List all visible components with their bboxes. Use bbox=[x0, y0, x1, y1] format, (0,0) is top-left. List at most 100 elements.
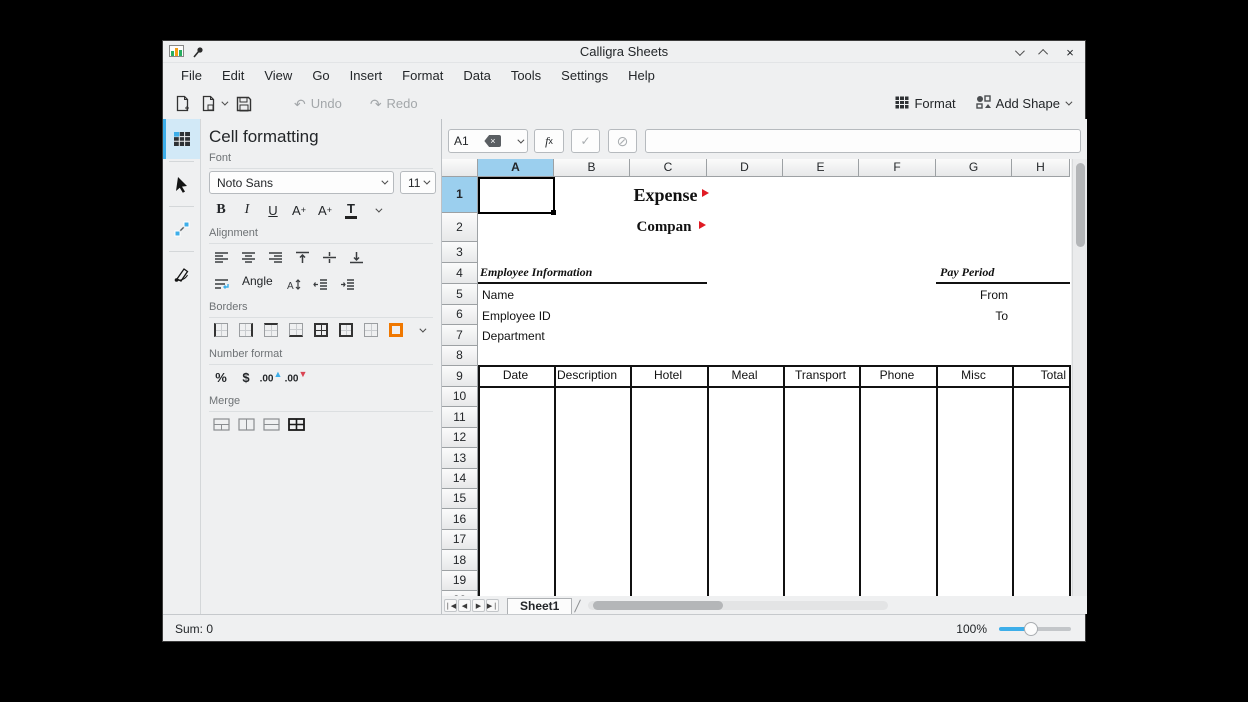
row-header-9[interactable]: 9 bbox=[442, 366, 478, 387]
row-header-11[interactable]: 11 bbox=[442, 407, 478, 428]
column-header-c[interactable]: C bbox=[630, 159, 707, 177]
last-sheet-button[interactable]: ▶❘ bbox=[486, 599, 499, 612]
menu-help[interactable]: Help bbox=[618, 65, 665, 86]
tool-cell-format-tool[interactable] bbox=[163, 119, 200, 159]
row-header-16[interactable]: 16 bbox=[442, 509, 478, 530]
align-right-icon[interactable] bbox=[263, 247, 287, 267]
first-sheet-button[interactable]: ❘◀ bbox=[444, 599, 457, 612]
row-header-3[interactable]: 3 bbox=[442, 242, 478, 263]
row-header-7[interactable]: 7 bbox=[442, 325, 478, 346]
cell-reference-box[interactable]: A1 × bbox=[448, 129, 528, 153]
table-header-meal[interactable]: Meal bbox=[710, 368, 779, 382]
wrap-text-icon[interactable] bbox=[209, 274, 233, 294]
redo-button[interactable]: ↷Redo bbox=[365, 92, 423, 115]
zoom-slider-handle[interactable] bbox=[1024, 622, 1038, 636]
increase-indent-icon[interactable] bbox=[335, 274, 359, 294]
merge-cells-icon[interactable] bbox=[209, 414, 233, 434]
table-header-transport[interactable]: Transport bbox=[786, 368, 855, 382]
close-icon[interactable]: × bbox=[1063, 45, 1077, 59]
format-button[interactable]: Format bbox=[890, 92, 960, 116]
cell-employee-id-label[interactable]: Employee ID bbox=[482, 309, 551, 323]
maximize-icon[interactable] bbox=[1037, 45, 1051, 59]
merge-vertical-icon[interactable] bbox=[259, 414, 283, 434]
previous-sheet-button[interactable]: ◀ bbox=[458, 599, 471, 612]
cell-pay-period[interactable]: Pay Period bbox=[940, 265, 994, 280]
column-header-b[interactable]: B bbox=[554, 159, 630, 177]
cell-name-label[interactable]: Name bbox=[482, 288, 514, 302]
cell-c2-title[interactable]: Compan bbox=[630, 213, 698, 242]
border-left-icon[interactable] bbox=[209, 320, 233, 340]
row-header-12[interactable]: 12 bbox=[442, 428, 478, 448]
row-header-2[interactable]: 2 bbox=[442, 213, 478, 242]
border-bottom-icon[interactable] bbox=[284, 320, 308, 340]
decrease-indent-icon[interactable] bbox=[308, 274, 332, 294]
table-header-total[interactable]: Total bbox=[1015, 368, 1066, 382]
row-header-6[interactable]: 6 bbox=[442, 305, 478, 325]
font-size-select[interactable]: 11 bbox=[400, 171, 436, 194]
menu-view[interactable]: View bbox=[254, 65, 302, 86]
underline-icon[interactable]: U bbox=[261, 200, 285, 220]
font-color-icon[interactable]: T bbox=[339, 200, 363, 220]
percent-icon[interactable]: % bbox=[209, 367, 233, 387]
row-header-1[interactable]: 1 bbox=[442, 177, 478, 213]
table-header-misc[interactable]: Misc bbox=[939, 368, 1008, 382]
open-document-button[interactable] bbox=[195, 91, 231, 116]
align-middle-icon[interactable] bbox=[317, 247, 341, 267]
tool-calligraphy-tool[interactable] bbox=[163, 254, 200, 294]
vertical-scrollbar-thumb[interactable] bbox=[1076, 163, 1085, 247]
menu-settings[interactable]: Settings bbox=[551, 65, 618, 86]
zoom-slider[interactable] bbox=[999, 621, 1071, 637]
minimize-icon[interactable] bbox=[1011, 45, 1025, 59]
undo-button[interactable]: ↶Undo bbox=[289, 92, 347, 115]
chevron-down-icon[interactable] bbox=[365, 200, 389, 220]
menu-go[interactable]: Go bbox=[302, 65, 339, 86]
horizontal-scrollbar-thumb[interactable] bbox=[593, 601, 723, 610]
menu-file[interactable]: File bbox=[171, 65, 212, 86]
italic-icon[interactable]: I bbox=[235, 200, 259, 220]
select-all-corner[interactable] bbox=[442, 159, 478, 177]
merge-horizontal-icon[interactable] bbox=[234, 414, 258, 434]
formula-input[interactable] bbox=[645, 129, 1081, 153]
row-header-15[interactable]: 15 bbox=[442, 489, 478, 509]
bold-icon[interactable]: B bbox=[209, 200, 233, 220]
border-right-icon[interactable] bbox=[234, 320, 258, 340]
dissociate-cells-icon[interactable] bbox=[284, 414, 308, 434]
column-header-h[interactable]: H bbox=[1012, 159, 1070, 177]
tool-connector-tool[interactable] bbox=[163, 209, 200, 249]
align-left-icon[interactable] bbox=[209, 247, 233, 267]
menu-format[interactable]: Format bbox=[392, 65, 453, 86]
row-header-4[interactable]: 4 bbox=[442, 263, 478, 284]
vertical-text-icon[interactable]: A bbox=[281, 274, 305, 294]
decrease-precision-icon[interactable]: .00▼ bbox=[284, 367, 308, 387]
row-header-17[interactable]: 17 bbox=[442, 530, 478, 550]
tool-selection-tool[interactable] bbox=[163, 164, 200, 204]
row-header-5[interactable]: 5 bbox=[442, 284, 478, 305]
border-top-icon[interactable] bbox=[259, 320, 283, 340]
border-all-icon[interactable] bbox=[309, 320, 333, 340]
selection-fill-handle[interactable] bbox=[551, 210, 556, 215]
row-header-14[interactable]: 14 bbox=[442, 469, 478, 489]
align-top-icon[interactable] bbox=[290, 247, 314, 267]
row-header-20[interactable]: 20 bbox=[442, 591, 478, 596]
cancel-entry-button[interactable]: ⊘ bbox=[608, 129, 637, 153]
table-header-hotel[interactable]: Hotel bbox=[633, 368, 703, 382]
horizontal-scrollbar[interactable] bbox=[588, 601, 888, 610]
shrink-font-icon[interactable]: A+ bbox=[313, 200, 337, 220]
cell-department-label[interactable]: Department bbox=[482, 329, 545, 343]
save-button[interactable] bbox=[231, 92, 257, 116]
cell-to-label[interactable]: To bbox=[936, 309, 1008, 323]
next-sheet-button[interactable]: ▶ bbox=[472, 599, 485, 612]
cell-employee-information[interactable]: Employee Information bbox=[480, 265, 592, 280]
cell-c1-title[interactable]: Expense bbox=[630, 177, 701, 213]
sheet-tab-active[interactable]: Sheet1 bbox=[507, 598, 572, 614]
grow-font-icon[interactable]: A+ bbox=[287, 200, 311, 220]
currency-icon[interactable]: $ bbox=[234, 367, 258, 387]
column-header-d[interactable]: D bbox=[707, 159, 783, 177]
increase-precision-icon[interactable]: .00▲ bbox=[259, 367, 283, 387]
align-center-icon[interactable] bbox=[236, 247, 260, 267]
new-document-button[interactable] bbox=[169, 91, 195, 116]
menu-insert[interactable]: Insert bbox=[340, 65, 393, 86]
table-header-phone[interactable]: Phone bbox=[862, 368, 932, 382]
column-header-e[interactable]: E bbox=[783, 159, 859, 177]
spreadsheet-grid[interactable]: ABCDEFGH1234567891011121314151617181920E… bbox=[442, 159, 1071, 596]
